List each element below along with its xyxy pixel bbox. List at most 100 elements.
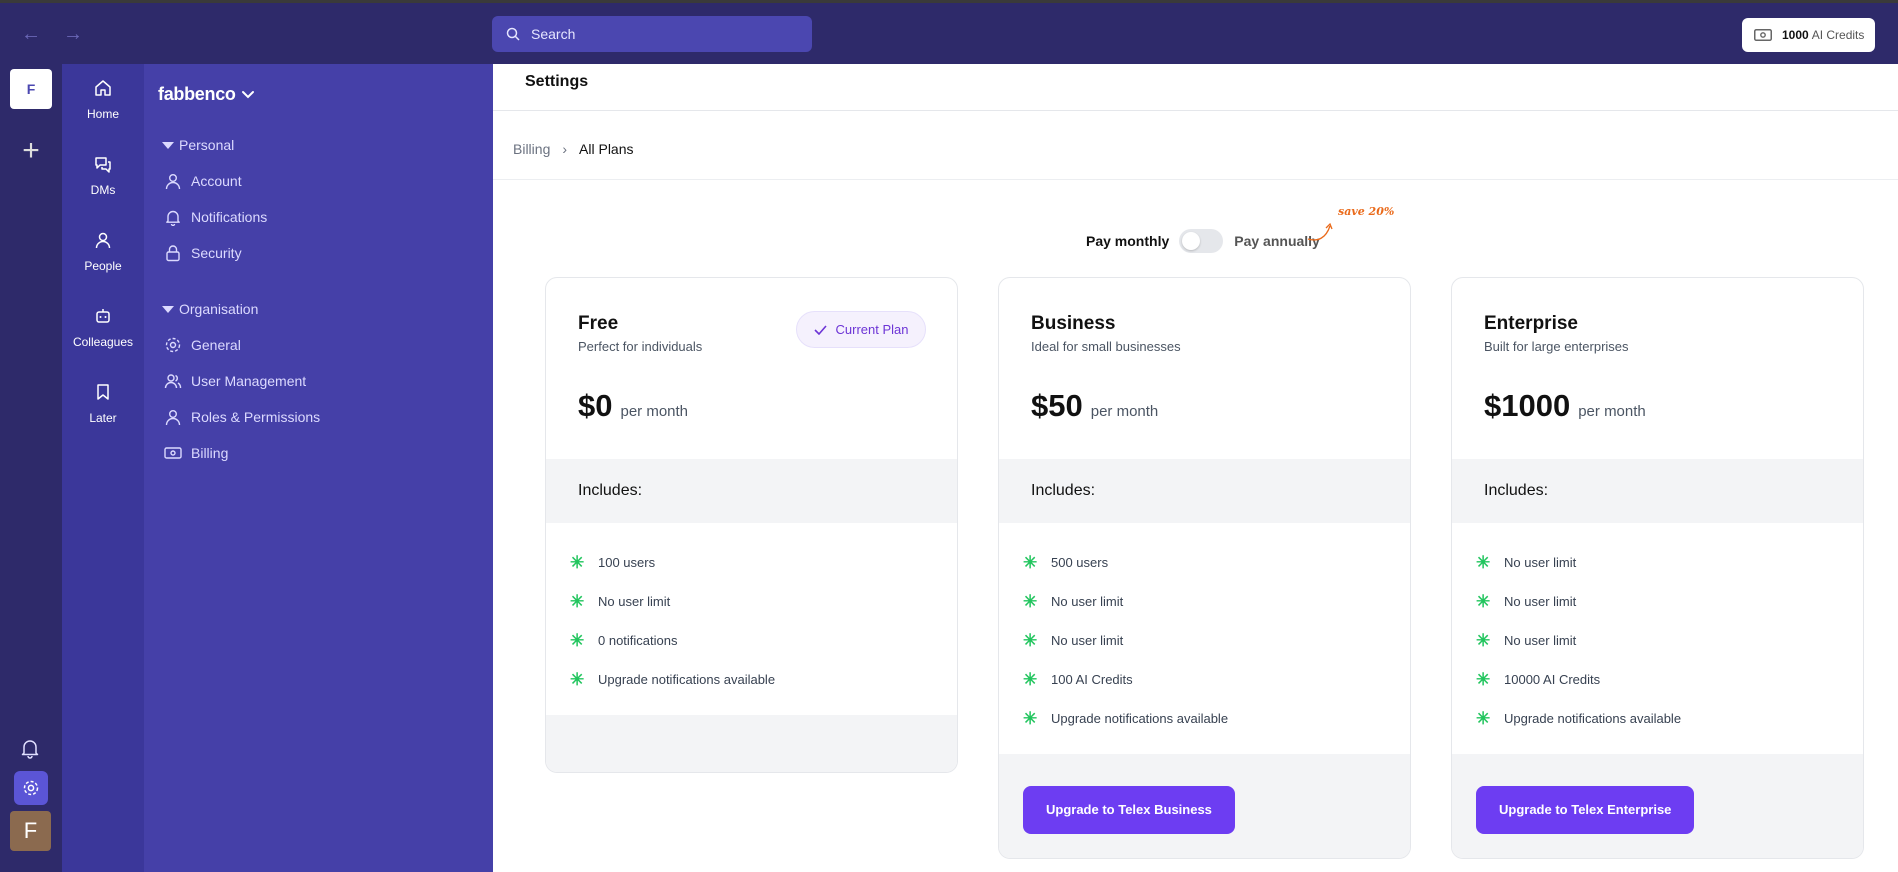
home-icon bbox=[95, 80, 111, 96]
feature-label: Upgrade notifications available bbox=[598, 672, 776, 687]
upgrade-business-button[interactable]: Upgrade to Telex Business bbox=[1023, 786, 1235, 834]
workspace-rail: F + F bbox=[0, 64, 62, 872]
section-personal[interactable]: Personal bbox=[162, 137, 234, 153]
search-input[interactable]: Search bbox=[492, 16, 812, 52]
plan-card-header: Free Perfect for individuals Current Pla… bbox=[546, 278, 957, 459]
includes-heading: Includes: bbox=[546, 459, 957, 523]
plan-price: $50 per month bbox=[1031, 388, 1158, 424]
sidebar-item-general[interactable]: General bbox=[164, 336, 241, 354]
feature-label: No user limit bbox=[598, 594, 671, 609]
section-organisation[interactable]: Organisation bbox=[162, 301, 258, 317]
plan-price: $0 per month bbox=[578, 388, 688, 424]
settings-gear-button[interactable] bbox=[14, 771, 48, 805]
settings-sidebar: fabbenco Personal Account Notifications … bbox=[144, 64, 493, 872]
feature-item: ✳ 500 users bbox=[999, 543, 1410, 582]
current-plan-label: Current Plan bbox=[835, 322, 909, 337]
includes-heading: Includes: bbox=[999, 459, 1410, 523]
sidebar-item-user-management[interactable]: User Management bbox=[164, 372, 306, 390]
plan-name: Enterprise bbox=[1484, 313, 1578, 334]
sidebar-item-label: Billing bbox=[191, 445, 229, 461]
divider bbox=[493, 179, 1898, 180]
feature-item: ✳ No user limit bbox=[1452, 621, 1863, 660]
asterisk-icon: ✳ bbox=[1023, 630, 1038, 650]
ai-credits-badge[interactable]: 1000 AI Credits bbox=[1742, 18, 1875, 52]
asterisk-icon: ✳ bbox=[1476, 591, 1491, 611]
credits-label: AI Credits bbox=[1811, 28, 1865, 42]
forward-arrow-icon[interactable]: → bbox=[62, 23, 84, 45]
credits-amount: 1000 bbox=[1782, 28, 1809, 42]
user-icon bbox=[165, 410, 181, 426]
asterisk-icon: ✳ bbox=[570, 591, 585, 611]
workspace-switcher[interactable]: F bbox=[10, 69, 52, 109]
nav-colleagues[interactable]: Colleagues bbox=[62, 306, 144, 349]
sidebar-item-security[interactable]: Security bbox=[164, 244, 242, 262]
billing-period-toggle: Pay monthly Pay annually bbox=[1086, 229, 1320, 253]
nav-later[interactable]: Later bbox=[62, 382, 144, 425]
user-icon bbox=[165, 174, 181, 190]
workspace-name[interactable]: fabbenco bbox=[158, 84, 236, 105]
asterisk-icon: ✳ bbox=[1023, 669, 1038, 689]
person-icon bbox=[95, 232, 111, 249]
current-plan-badge: Current Plan bbox=[796, 311, 926, 348]
sidebar-item-notifications[interactable]: Notifications bbox=[164, 208, 267, 226]
sidebar-item-label: Notifications bbox=[191, 209, 268, 225]
feature-label: No user limit bbox=[1504, 594, 1577, 609]
billing-period-switch[interactable] bbox=[1179, 229, 1224, 253]
plan-card-header: Enterprise Built for large enterprises $… bbox=[1452, 278, 1863, 459]
breadcrumb-billing[interactable]: Billing bbox=[513, 141, 550, 157]
main-nav: Home DMs People Colleagues Later bbox=[62, 64, 144, 872]
nav-home[interactable]: Home bbox=[62, 78, 144, 121]
divider bbox=[493, 110, 1898, 111]
breadcrumb-all-plans: All Plans bbox=[579, 141, 634, 157]
asterisk-icon: ✳ bbox=[1476, 708, 1491, 728]
chevron-right-icon: › bbox=[562, 141, 568, 157]
sidebar-item-roles-permissions[interactable]: Roles & Permissions bbox=[164, 408, 320, 426]
content-area: Settings Billing › All Plans Pay monthly… bbox=[493, 64, 1898, 872]
plan-card-enterprise: Enterprise Built for large enterprises $… bbox=[1451, 277, 1864, 859]
nav-dms-label: DMs bbox=[90, 183, 116, 197]
plan-price-amount: $0 bbox=[578, 388, 613, 423]
avatar[interactable]: F bbox=[10, 811, 51, 851]
gear-icon bbox=[165, 337, 181, 353]
feature-item: ✳ 10000 AI Credits bbox=[1452, 660, 1863, 699]
feature-item: ✳ Upgrade notifications available bbox=[1452, 699, 1863, 738]
pay-monthly-label[interactable]: Pay monthly bbox=[1086, 233, 1169, 249]
sidebar-item-label: Security bbox=[191, 245, 242, 261]
nav-home-label: Home bbox=[86, 107, 119, 121]
feature-item: ✳ Upgrade notifications available bbox=[546, 660, 957, 699]
sidebar-item-account[interactable]: Account bbox=[164, 172, 242, 190]
save-note: save 20% bbox=[1338, 205, 1395, 218]
nav-dms[interactable]: DMs bbox=[62, 154, 144, 197]
asterisk-icon: ✳ bbox=[570, 552, 585, 572]
asterisk-icon: ✳ bbox=[1476, 669, 1491, 689]
search-icon bbox=[506, 27, 520, 41]
plan-price-period: per month bbox=[1090, 403, 1159, 420]
plan-card-free: Free Perfect for individuals Current Pla… bbox=[545, 277, 958, 773]
sidebar-item-billing[interactable]: Billing bbox=[164, 444, 228, 462]
bell-icon[interactable] bbox=[18, 736, 42, 765]
add-workspace-icon[interactable]: + bbox=[16, 136, 46, 166]
feature-label: No user limit bbox=[1051, 594, 1124, 609]
chevron-down-icon[interactable] bbox=[240, 86, 256, 102]
feature-item: ✳ No user limit bbox=[999, 621, 1410, 660]
feature-item: ✳ Upgrade notifications available bbox=[999, 699, 1410, 738]
plan-name: Free bbox=[578, 313, 619, 334]
asterisk-icon: ✳ bbox=[570, 669, 585, 689]
feature-item: ✳ No user limit bbox=[546, 582, 957, 621]
plan-description: Built for large enterprises bbox=[1484, 339, 1629, 354]
feature-item: ✳ No user limit bbox=[1452, 543, 1863, 582]
feature-item: ✳ 100 users bbox=[546, 543, 957, 582]
breadcrumb: Billing › All Plans bbox=[513, 141, 634, 157]
feature-list: ✳ No user limit ✳ No user limit ✳ No user l… bbox=[1452, 523, 1863, 754]
nav-people-label: People bbox=[84, 259, 122, 273]
users-icon bbox=[164, 374, 182, 389]
feature-label: No user limit bbox=[1504, 633, 1577, 648]
upgrade-enterprise-button[interactable]: Upgrade to Telex Enterprise bbox=[1476, 786, 1695, 834]
asterisk-icon: ✳ bbox=[1023, 552, 1038, 572]
feature-label: No user limit bbox=[1504, 555, 1577, 570]
sidebar-item-label: User Management bbox=[191, 373, 307, 389]
back-arrow-icon[interactable]: ← bbox=[20, 23, 42, 45]
plan-description: Ideal for small businesses bbox=[1031, 339, 1181, 354]
bookmark-icon bbox=[97, 384, 109, 400]
nav-people[interactable]: People bbox=[62, 230, 144, 273]
